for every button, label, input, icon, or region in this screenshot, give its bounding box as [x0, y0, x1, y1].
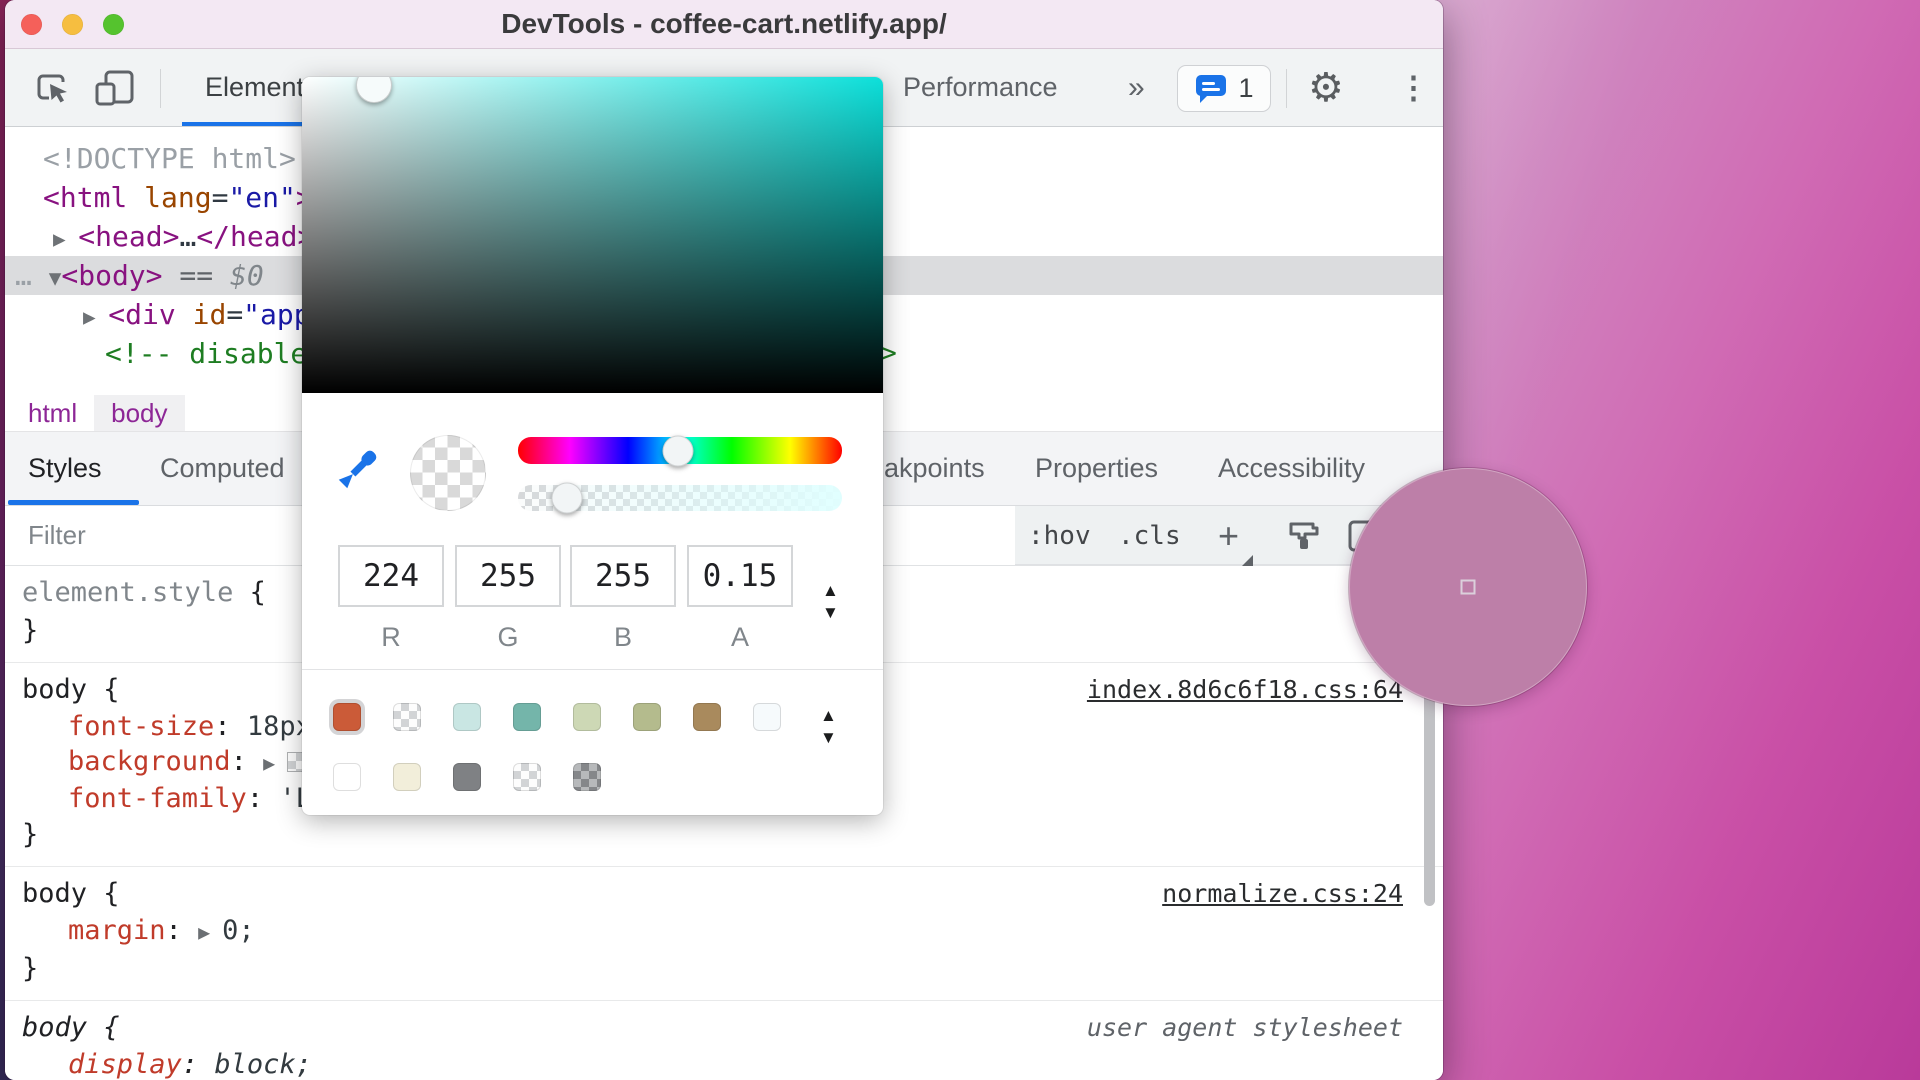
- zoom-window-button[interactable]: [103, 13, 124, 35]
- tab-elements[interactable]: Elements: [205, 49, 318, 126]
- green-label: G: [497, 622, 519, 652]
- toggle-class-button[interactable]: .cls: [1118, 506, 1181, 565]
- css-selector[interactable]: body: [22, 878, 87, 909]
- palette-swatch[interactable]: [333, 703, 361, 731]
- green-value-input[interactable]: 255: [455, 545, 561, 607]
- palette-down-icon[interactable]: ▼: [820, 729, 837, 746]
- window-titlebar: DevTools - coffee-cart.netlify.app/: [5, 0, 1443, 49]
- picker-divider: [302, 669, 883, 670]
- stylesheet-source-link: user agent stylesheet: [1086, 1013, 1403, 1042]
- palette-swatch[interactable]: [453, 763, 481, 791]
- saturation-value-knob[interactable]: [356, 77, 393, 103]
- toolbar-divider: [1286, 69, 1287, 108]
- rendering-brush-icon[interactable]: [1287, 506, 1321, 565]
- eyedropper-icon[interactable]: [334, 445, 386, 497]
- css-property[interactable]: display: block;: [22, 1047, 1403, 1080]
- transparency-preview-swatch: [410, 435, 486, 511]
- kebab-menu-icon[interactable]: ⋮: [1398, 70, 1429, 106]
- expand-shorthand-icon: ▶: [263, 751, 288, 775]
- palette-swatch[interactable]: [333, 763, 361, 791]
- toolbar-divider: [160, 69, 161, 108]
- active-tab-underline: [182, 122, 312, 126]
- breadcrumb-item-html[interactable]: html: [11, 395, 94, 431]
- alpha-value-input[interactable]: 0.15: [687, 545, 793, 607]
- eyedropper-loupe[interactable]: [1349, 468, 1587, 706]
- new-rule-dropdown-corner: [1242, 555, 1253, 566]
- css-selector[interactable]: body: [22, 1012, 87, 1043]
- palette-swatch[interactable]: [453, 703, 481, 731]
- tab-styles[interactable]: Styles: [28, 432, 102, 505]
- tab-accessibility[interactable]: Accessibility: [1218, 432, 1365, 505]
- palette-up-icon[interactable]: ▲: [820, 707, 837, 724]
- red-value-input[interactable]: 224: [338, 545, 444, 607]
- palette-swatch[interactable]: [513, 703, 541, 731]
- color-picker-dialog: 224 255 255 0.15 R G B A ▲ ▼ ▲ ▼: [302, 77, 883, 815]
- minimize-window-button[interactable]: [62, 13, 83, 35]
- palette-swatch[interactable]: [573, 763, 601, 791]
- alpha-label: A: [730, 622, 749, 652]
- expand-shorthand-icon: ▶: [198, 920, 223, 944]
- palette-row-2: [333, 763, 601, 791]
- palette-swatch[interactable]: [693, 703, 721, 731]
- palette-swatch[interactable]: [393, 763, 421, 791]
- stepper-up-icon[interactable]: ▲: [822, 582, 839, 599]
- tab-breakpoints-partial[interactable]: akpoints: [884, 432, 985, 505]
- settings-gear-icon[interactable]: ⚙: [1308, 68, 1344, 108]
- red-label: R: [381, 622, 401, 652]
- css-selector[interactable]: element.style: [22, 577, 233, 608]
- more-tabs-button[interactable]: »: [1128, 49, 1145, 126]
- styles-tab-underline: [8, 500, 139, 505]
- saturation-value-area[interactable]: [302, 77, 883, 393]
- color-format-stepper[interactable]: ▲ ▼: [822, 582, 839, 621]
- tab-computed[interactable]: Computed: [160, 432, 285, 505]
- stylesheet-source-link[interactable]: index.8d6c6f18.css:64: [1087, 671, 1403, 709]
- css-rule: user agent stylesheet body {display: bloc…: [5, 1001, 1443, 1080]
- palette-row-1: [333, 703, 781, 731]
- palette-swatch[interactable]: [633, 703, 661, 731]
- palette-swatch[interactable]: [573, 703, 601, 731]
- breadcrumb-item-body[interactable]: body: [94, 395, 185, 431]
- css-property[interactable]: margin: ▶ 0;: [22, 913, 1403, 950]
- alpha-slider-thumb[interactable]: [551, 482, 583, 514]
- issues-button[interactable]: 1: [1177, 65, 1271, 112]
- palette-swatch[interactable]: [513, 763, 541, 791]
- window-title: DevTools - coffee-cart.netlify.app/: [501, 8, 947, 39]
- blue-value-input[interactable]: 255: [570, 545, 676, 607]
- toggle-hover-state-button[interactable]: :hov: [1028, 506, 1091, 565]
- palette-stepper[interactable]: ▲ ▼: [820, 707, 837, 746]
- close-window-button[interactable]: [21, 13, 42, 35]
- loupe-center-pixel: [1460, 579, 1476, 595]
- stylesheet-source-link[interactable]: normalize.css:24: [1162, 875, 1403, 913]
- tab-properties[interactable]: Properties: [1035, 432, 1158, 505]
- palette-swatch[interactable]: [753, 703, 781, 731]
- stepper-down-icon[interactable]: ▼: [822, 604, 839, 621]
- css-selector[interactable]: body: [22, 674, 87, 705]
- alpha-slider[interactable]: [518, 482, 842, 514]
- device-toolbar-icon[interactable]: [93, 68, 137, 108]
- blue-label: B: [613, 622, 632, 652]
- palette-swatch[interactable]: [393, 703, 421, 731]
- css-rule: normalize.css:24 body {margin: ▶ 0;}: [5, 867, 1443, 1001]
- issues-count: 1: [1238, 73, 1254, 103]
- hue-slider[interactable]: [518, 435, 842, 466]
- inspect-element-icon[interactable]: [33, 69, 71, 107]
- issues-chat-icon: [1194, 72, 1228, 105]
- hue-slider-thumb[interactable]: [662, 435, 694, 466]
- tab-performance[interactable]: Performance: [903, 49, 1058, 126]
- traffic-lights: [21, 0, 124, 48]
